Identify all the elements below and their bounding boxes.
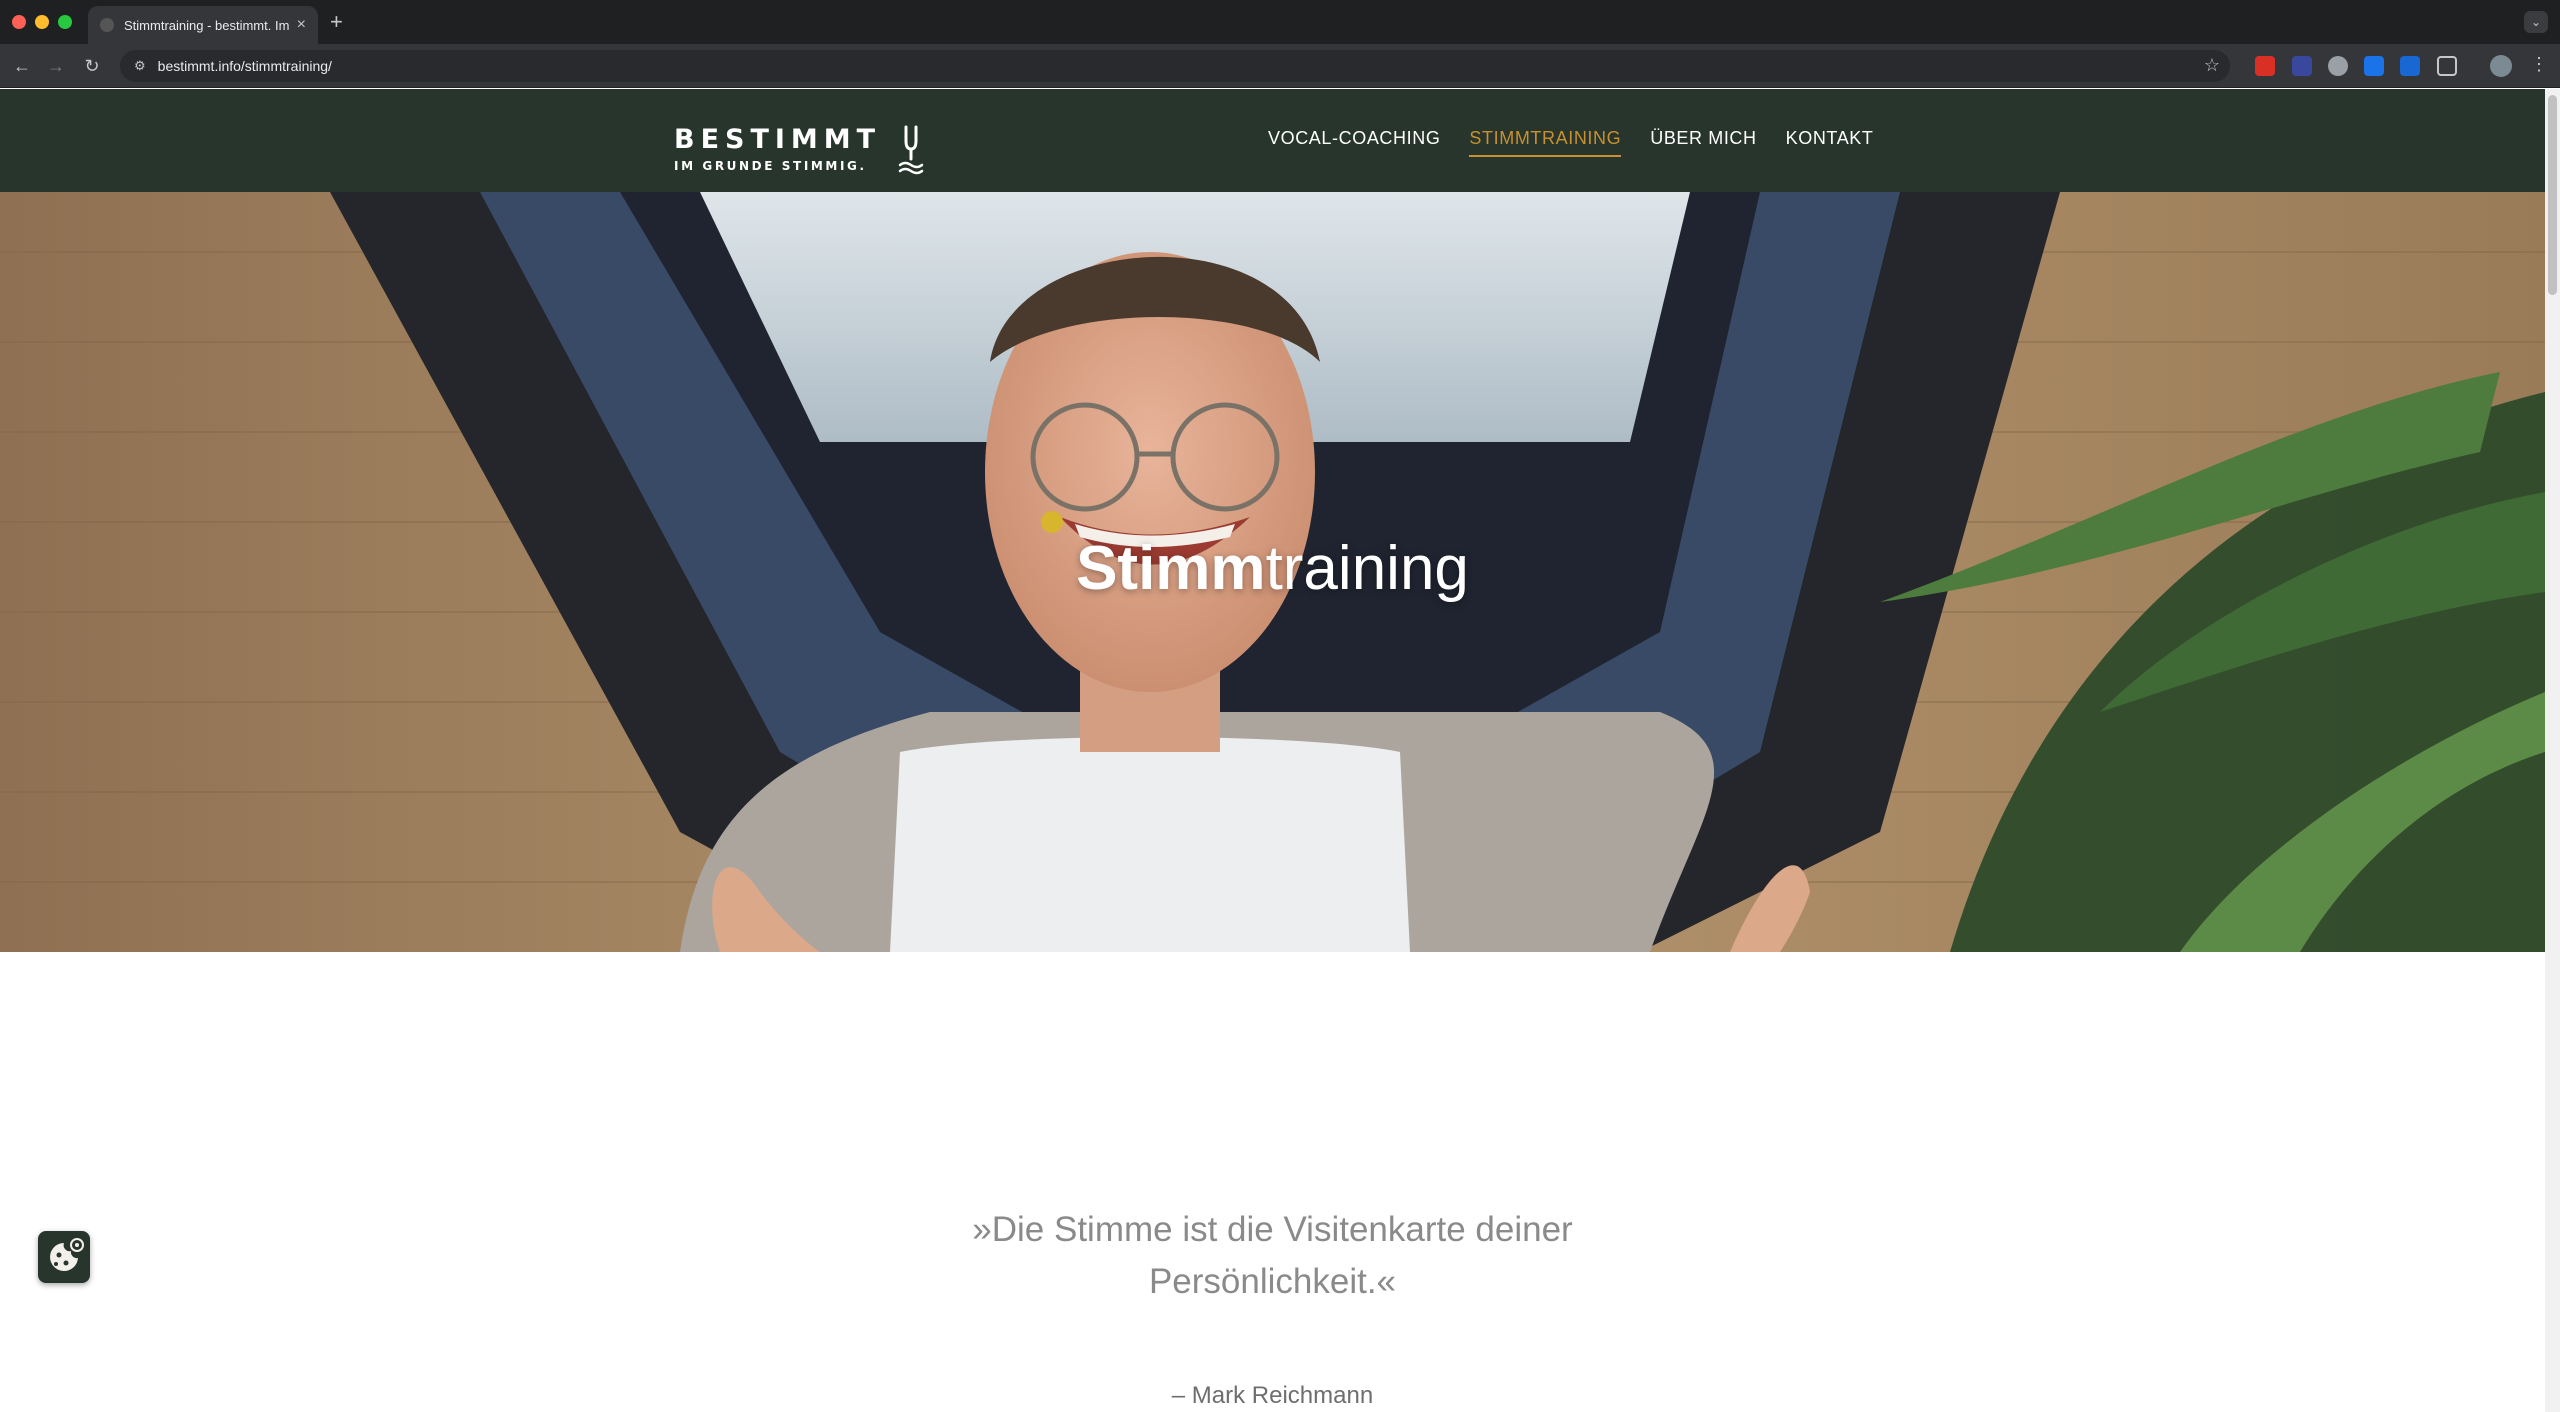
- site-info-icon[interactable]: ⚙: [134, 58, 146, 74]
- minimize-window-button[interactable]: [35, 15, 49, 29]
- tab-close-icon[interactable]: ×: [297, 16, 306, 34]
- cookie-settings-button[interactable]: [38, 1231, 90, 1283]
- hero-section: Stimmtraining: [0, 192, 2545, 952]
- url-text: bestimmt.info/stimmtraining/: [157, 58, 332, 74]
- close-window-button[interactable]: [12, 15, 26, 29]
- browser-menu-icon[interactable]: ⋮: [2530, 54, 2548, 75]
- forward-arrow-icon[interactable]: →: [44, 54, 68, 78]
- extensions-puzzle-icon[interactable]: [2437, 56, 2457, 76]
- quote-line-1: »Die Stimme ist die Visitenkarte deiner: [972, 1210, 1573, 1249]
- bookmark-star-icon[interactable]: ☆: [2204, 55, 2220, 76]
- browser-tab-bar: Stimmtraining - bestimmt. Im × + ⌄: [0, 0, 2560, 44]
- logo-wordmark: BESTIMMT: [674, 124, 882, 155]
- nav-stimmtraining[interactable]: STIMMTRAINING: [1469, 128, 1622, 157]
- reload-icon[interactable]: ↻: [80, 54, 104, 78]
- favicon-icon: [100, 18, 114, 32]
- extension-badge-icon[interactable]: [2400, 56, 2420, 76]
- quote-line-2: Persönlichkeit.«: [1148, 1262, 1397, 1301]
- page-scrollbar[interactable]: [2545, 89, 2560, 1412]
- tab-search-button[interactable]: ⌄: [2524, 11, 2548, 33]
- title-bold: Stimm: [1076, 534, 1266, 603]
- quote-text: »Die Stimme ist die Visitenkarte deiner …: [0, 1204, 2545, 1308]
- extension-shield-icon[interactable]: [2328, 56, 2348, 76]
- browser-toolbar: ← → ↻ ⚙ bestimmt.info/stimmtraining/ ☆ ⋮: [0, 44, 2560, 88]
- tuning-fork-icon: [898, 125, 924, 175]
- profile-avatar[interactable]: [2490, 55, 2512, 77]
- nav-ueber-mich[interactable]: ÜBER MICH: [1650, 128, 1756, 157]
- page-title: Stimmtraining: [0, 533, 2545, 604]
- logo-tagline: IM GRUNDE STIMMIG.: [674, 159, 867, 173]
- tab-title: Stimmtraining - bestimmt. Im: [124, 17, 290, 33]
- title-light: training: [1265, 534, 1469, 603]
- extension-check-icon[interactable]: [2364, 56, 2384, 76]
- address-bar[interactable]: ⚙ bestimmt.info/stimmtraining/ ☆: [120, 50, 2230, 82]
- scrollbar-thumb[interactable]: [2548, 95, 2557, 295]
- cookie-settings-icon: [50, 1238, 84, 1271]
- maximize-window-button[interactable]: [58, 15, 72, 29]
- site-header: BESTIMMT IM GRUNDE STIMMIG. VOCAL-COACHI…: [0, 89, 2545, 192]
- extension-new-icon[interactable]: [2255, 56, 2275, 76]
- back-arrow-icon[interactable]: ←: [10, 54, 34, 78]
- quote-author: – Mark Reichmann: [1171, 1382, 1374, 1409]
- nav-vocal-coaching[interactable]: VOCAL-COACHING: [1268, 128, 1440, 157]
- main-navigation: VOCAL-COACHING STIMMTRAINING ÜBER MICH K…: [1268, 128, 1874, 157]
- extension-icon[interactable]: [2292, 56, 2312, 76]
- new-tab-button[interactable]: +: [330, 9, 343, 35]
- page-viewport: BESTIMMT IM GRUNDE STIMMIG. VOCAL-COACHI…: [0, 89, 2545, 1412]
- site-logo[interactable]: BESTIMMT IM GRUNDE STIMMIG.: [674, 124, 882, 174]
- browser-tab[interactable]: Stimmtraining - bestimmt. Im ×: [88, 6, 318, 44]
- nav-kontakt[interactable]: KONTAKT: [1786, 128, 1874, 157]
